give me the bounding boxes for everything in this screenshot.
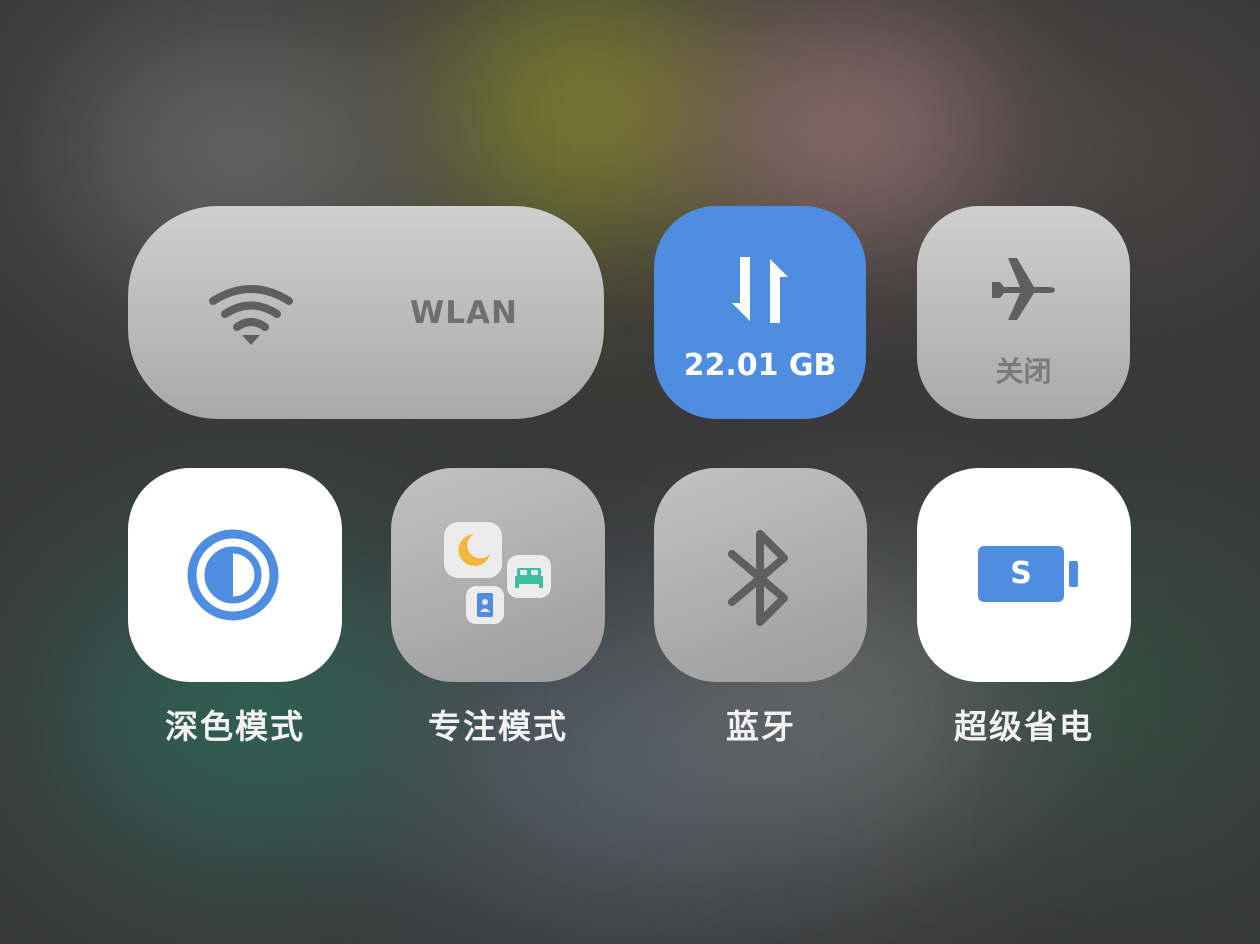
mobile-data-usage: 22.01 GB xyxy=(683,348,837,383)
bluetooth-label: 蓝牙 xyxy=(726,707,796,746)
power-saver-label: 超级省电 xyxy=(954,707,1094,746)
moon-icon xyxy=(444,522,502,578)
wlan-label: WLAN xyxy=(410,295,518,331)
dark-mode-label: 深色模式 xyxy=(165,707,305,746)
wlan-toggle[interactable] xyxy=(128,206,604,419)
bluetooth-icon xyxy=(728,530,788,626)
focus-mode-label: 专注模式 xyxy=(428,707,568,746)
dark-mode-icon xyxy=(187,529,279,621)
wifi-icon xyxy=(209,285,293,345)
bed-icon xyxy=(507,555,551,598)
mobile-data-icon xyxy=(732,257,788,323)
airplane-icon xyxy=(992,258,1055,320)
power-saver-badge: S xyxy=(1010,556,1032,591)
airplane-mode-status: 关闭 xyxy=(995,355,1052,388)
contact-card-icon xyxy=(466,586,504,624)
